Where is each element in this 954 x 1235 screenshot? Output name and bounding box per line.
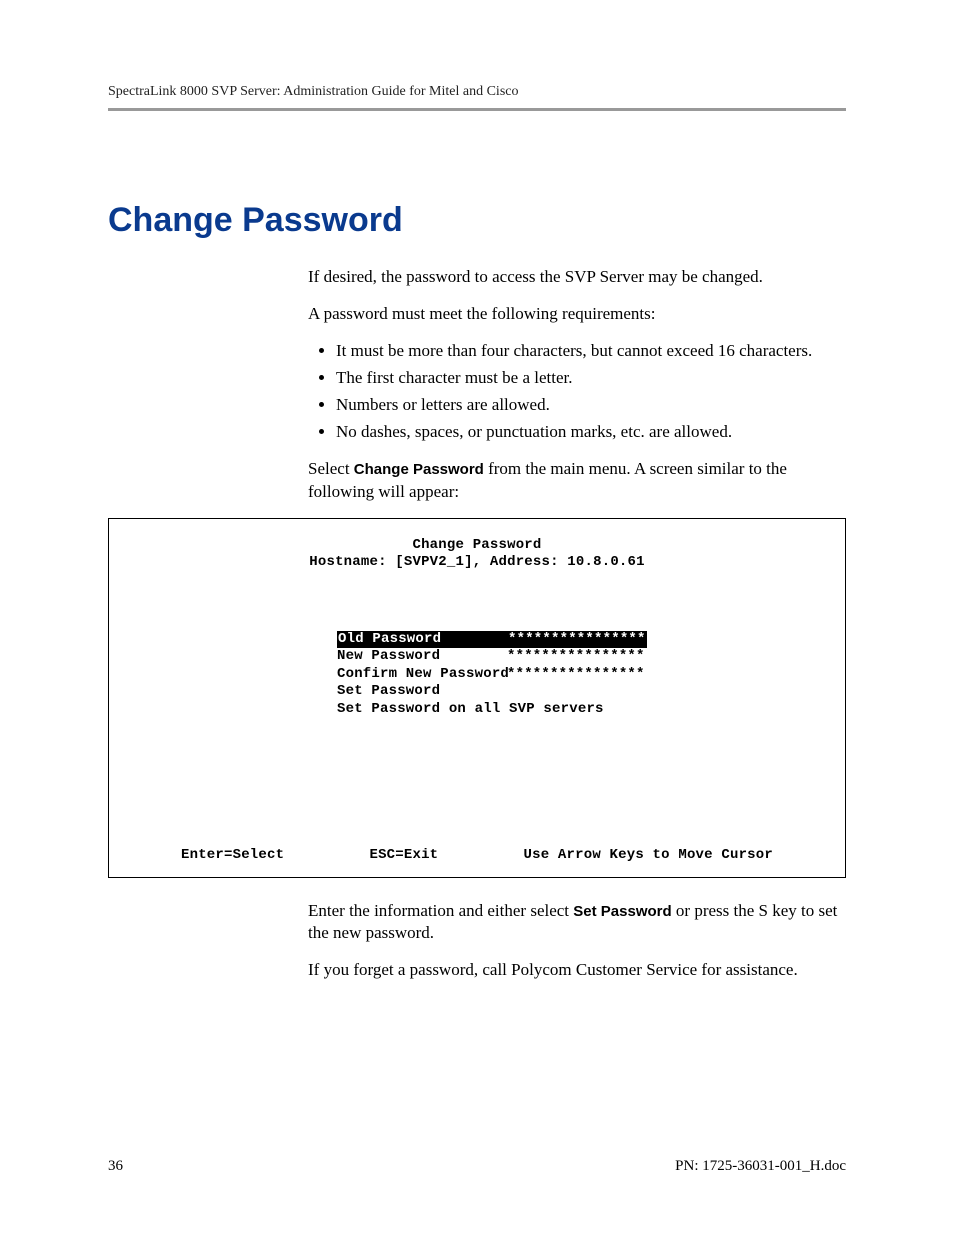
page-footer: 36 PN: 1725-36031-001_H.doc [108, 1158, 846, 1175]
field-value-selected: **************** [507, 631, 647, 649]
field-value: **************** [507, 666, 645, 684]
terminal-row[interactable]: Set Password on all SVP servers [337, 701, 647, 719]
field-label: Set Password on all SVP servers [337, 701, 604, 717]
body-column: If desired, the password to access the S… [308, 266, 846, 504]
body-column-2: Enter the information and either select … [308, 900, 846, 983]
terminal-fields: Old Password**************** New Passwor… [337, 631, 647, 719]
hint-arrows: Use Arrow Keys to Move Cursor [524, 847, 773, 863]
text-run: Enter the information and either select [308, 901, 573, 920]
terminal-row[interactable]: New Password**************** [337, 648, 647, 666]
document-page: SpectraLink 8000 SVP Server: Administrat… [0, 0, 954, 1235]
doc-id: PN: 1725-36031-001_H.doc [675, 1158, 846, 1175]
paragraph: Enter the information and either select … [308, 900, 846, 946]
field-label: Confirm New Password [337, 666, 507, 684]
bold-text: Change Password [354, 461, 484, 478]
terminal-screenshot: Change Password Hostname: [SVPV2_1], Add… [108, 518, 846, 878]
paragraph: Select Change Password from the main men… [308, 458, 846, 504]
list-item: No dashes, spaces, or punctuation marks,… [336, 421, 846, 444]
terminal-header: Change Password Hostname: [SVPV2_1], Add… [109, 537, 845, 572]
requirements-list: It must be more than four characters, bu… [308, 340, 846, 444]
field-value: **************** [507, 648, 645, 666]
terminal-row[interactable]: Set Password [337, 683, 647, 701]
hint-enter: Enter=Select [181, 847, 284, 863]
terminal-hostline: Hostname: [SVPV2_1], Address: 10.8.0.61 [109, 554, 845, 572]
terminal-footer: Enter=Select ESC=Exit Use Arrow Keys to … [109, 847, 845, 863]
paragraph: If you forget a password, call Polycom C… [308, 959, 846, 982]
hint-esc: ESC=Exit [369, 847, 438, 863]
field-label-selected: Old Password [337, 631, 507, 649]
running-header: SpectraLink 8000 SVP Server: Administrat… [108, 84, 846, 111]
page-title: Change Password [108, 201, 846, 240]
terminal-title: Change Password [109, 537, 845, 555]
page-number: 36 [108, 1158, 123, 1175]
text-run: Select [308, 459, 354, 478]
paragraph: If desired, the password to access the S… [308, 266, 846, 289]
bold-text: Set Password [573, 903, 671, 920]
paragraph: A password must meet the following requi… [308, 303, 846, 326]
terminal-row[interactable]: Old Password**************** [337, 631, 647, 649]
field-label: Set Password [337, 683, 507, 701]
field-label: New Password [337, 648, 507, 666]
list-item: Numbers or letters are allowed. [336, 394, 846, 417]
list-item: The first character must be a letter. [336, 367, 846, 390]
terminal-row[interactable]: Confirm New Password**************** [337, 666, 647, 684]
list-item: It must be more than four characters, bu… [336, 340, 846, 363]
